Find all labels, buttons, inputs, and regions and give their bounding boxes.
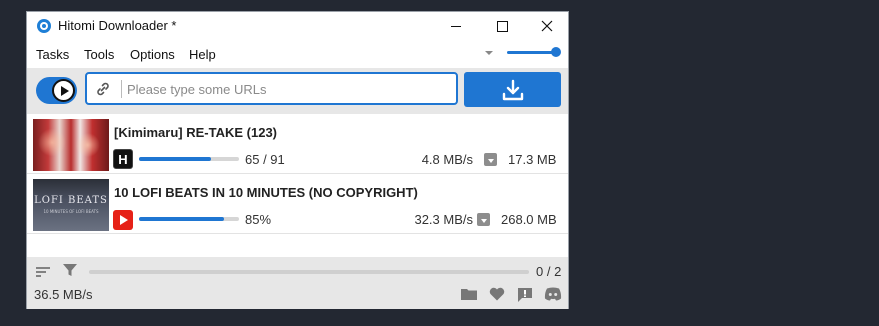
task-progress-bar — [139, 217, 239, 221]
overall-count: 0 / 2 — [536, 264, 562, 279]
app-window: Hitomi Downloader * Tasks Tools Options … — [26, 11, 569, 309]
task-thumbnail: LOFI BEATS 10 MINUTES OF LOFI BEATS — [33, 179, 109, 231]
menu-bar: Tasks Tools Options Help — [27, 44, 568, 66]
status-bar: 0 / 2 36.5 MB/s — [27, 257, 568, 309]
task-size: 17.3 MB — [508, 152, 557, 167]
hitomi-app-icon — [37, 19, 51, 33]
task-speed: 4.8 MB/s — [421, 152, 473, 167]
title-bar[interactable]: Hitomi Downloader * — [27, 12, 568, 40]
close-icon — [541, 20, 553, 32]
task-speed: 32.3 MB/s — [414, 212, 473, 227]
maximize-button[interactable] — [479, 12, 525, 40]
total-speed: 36.5 MB/s — [34, 287, 93, 302]
sort-icon[interactable] — [35, 265, 51, 279]
task-row[interactable]: LOFI BEATS 10 MINUTES OF LOFI BEATS 10 L… — [27, 174, 568, 234]
link-icon — [97, 82, 109, 96]
task-size: 268.0 MB — [501, 212, 557, 227]
download-button[interactable] — [464, 72, 561, 107]
discord-icon[interactable] — [544, 287, 562, 301]
url-field[interactable] — [85, 72, 458, 105]
folder-icon[interactable] — [461, 287, 477, 301]
close-button[interactable] — [524, 12, 570, 40]
play-icon — [52, 79, 75, 102]
menu-help[interactable]: Help — [189, 47, 216, 62]
heart-icon[interactable] — [489, 287, 505, 301]
volume-slider[interactable] — [507, 51, 555, 54]
overall-progress-bar — [89, 270, 529, 274]
task-progress-bar — [139, 157, 239, 161]
thumbnail-subtext: 10 MINUTES OF LOFI BEATS — [43, 209, 99, 214]
task-progress-text: 65 / 91 — [245, 152, 285, 167]
file-size-icon — [484, 153, 497, 166]
task-title: [Kimimaru] RE-TAKE (123) — [114, 125, 278, 140]
menu-tasks[interactable]: Tasks — [36, 47, 69, 62]
hitomi-h-icon: H — [113, 149, 133, 169]
task-list: [Kimimaru] RE-TAKE (123) H 65 / 91 4.8 M… — [27, 114, 568, 257]
minimize-icon — [451, 25, 461, 27]
toolbar — [27, 68, 568, 114]
minimize-button[interactable] — [433, 12, 479, 40]
window-title: Hitomi Downloader * — [58, 18, 177, 33]
task-thumbnail — [33, 119, 109, 171]
file-size-icon — [477, 213, 490, 226]
thumbnail-text: LOFI BEATS — [34, 195, 108, 206]
task-title: 10 LOFI BEATS IN 10 MINUTES (NO COPYRIGH… — [114, 185, 418, 200]
youtube-icon — [113, 210, 133, 230]
task-row[interactable]: [Kimimaru] RE-TAKE (123) H 65 / 91 4.8 M… — [27, 114, 568, 174]
feedback-icon[interactable] — [517, 287, 533, 303]
url-separator — [121, 80, 122, 98]
task-progress-text: 85% — [245, 212, 272, 227]
maximize-icon — [496, 20, 508, 32]
start-toggle[interactable] — [36, 77, 77, 104]
menu-options[interactable]: Options — [130, 47, 175, 62]
download-icon — [502, 79, 523, 100]
volume-slider-handle[interactable] — [551, 47, 561, 57]
filter-icon[interactable] — [63, 263, 77, 277]
menu-tools[interactable]: Tools — [84, 47, 114, 62]
url-input[interactable] — [127, 79, 447, 99]
chevron-down-icon[interactable] — [485, 51, 493, 55]
